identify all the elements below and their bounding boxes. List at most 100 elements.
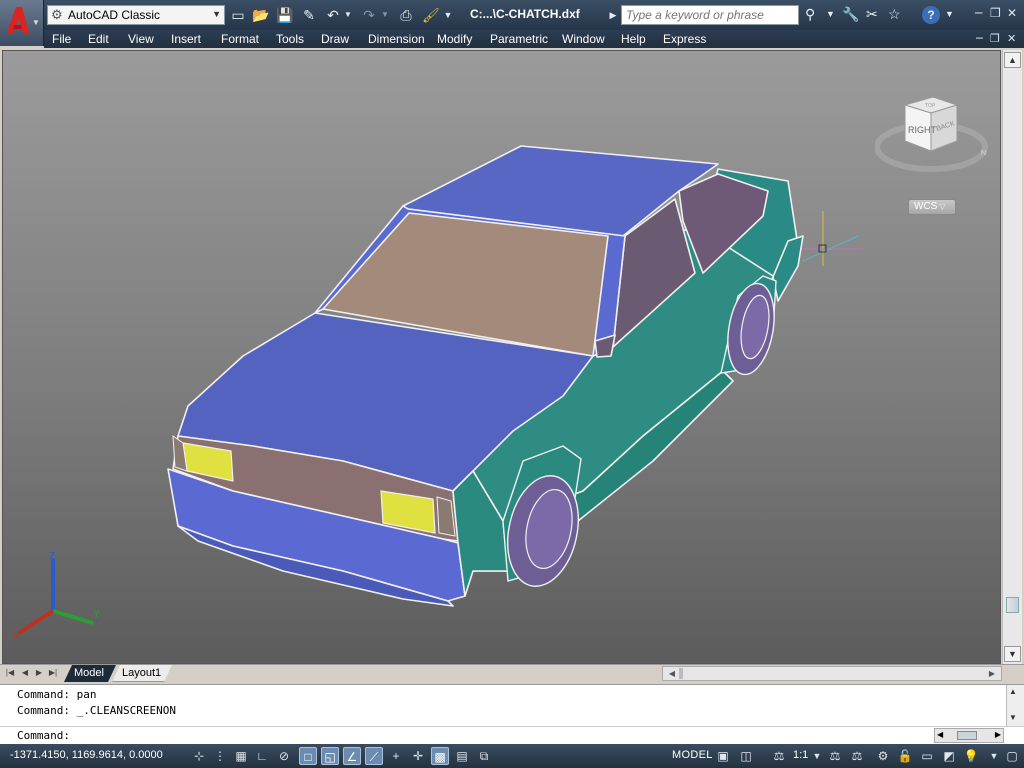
auto-scale-icon[interactable]: ⚖: [848, 747, 866, 765]
scroll-right-icon[interactable]: ▶: [985, 667, 999, 680]
hardware-acceleration-icon[interactable]: ▭: [918, 747, 936, 765]
menu-draw[interactable]: Draw: [321, 32, 349, 46]
menu-tools[interactable]: Tools: [276, 32, 304, 46]
help-icon[interactable]: ?: [922, 6, 940, 24]
selection-cycling-icon[interactable]: ⧉: [475, 747, 493, 765]
scroll-up-icon[interactable]: ▲: [1004, 52, 1021, 68]
scroll-left-icon[interactable]: ◀: [937, 730, 943, 739]
command-input[interactable]: [90, 728, 930, 743]
communication-center-icon[interactable]: 🔧: [842, 4, 859, 24]
transparency-icon[interactable]: ▩: [431, 747, 449, 765]
binoculars-dropdown-icon[interactable]: ▼: [826, 4, 835, 24]
restore-icon[interactable]: ❐: [990, 6, 1001, 20]
close-icon[interactable]: ✕: [1007, 6, 1017, 20]
first-tab-icon[interactable]: |◀: [4, 667, 16, 680]
annotation-visibility-icon[interactable]: ⚖: [826, 747, 844, 765]
menu-file[interactable]: File: [52, 32, 71, 46]
menu-edit[interactable]: Edit: [88, 32, 109, 46]
annotation-scale-icon[interactable]: ⚖: [770, 747, 788, 765]
open-icon[interactable]: 📂: [252, 5, 270, 25]
last-tab-icon[interactable]: ▶|: [47, 667, 59, 680]
vertical-scroll-thumb[interactable]: [1006, 597, 1019, 613]
viewcube-right-label[interactable]: RIGHT: [908, 125, 937, 135]
menu-express[interactable]: Express: [663, 32, 706, 46]
quick-view-drawings-icon[interactable]: ◫: [737, 747, 755, 765]
scroll-up-icon[interactable]: ▲: [1009, 687, 1017, 696]
menu-format[interactable]: Format: [221, 32, 259, 46]
undo-dropdown-icon[interactable]: ▼: [343, 5, 353, 25]
grid-display-icon[interactable]: ▦: [232, 747, 250, 765]
menu-dimension[interactable]: Dimension: [368, 32, 425, 46]
new-icon[interactable]: ▭: [229, 5, 247, 25]
horizontal-scrollbar[interactable]: ◀ ▶: [662, 666, 1002, 681]
snap-mode-icon[interactable]: ⋮: [211, 747, 229, 765]
search-box[interactable]: [621, 5, 799, 25]
annotation-scale-value[interactable]: 1:1: [793, 749, 808, 761]
wcs-menu-button[interactable]: WCS ▽: [908, 199, 956, 215]
next-tab-icon[interactable]: ▶: [33, 667, 45, 680]
horizontal-scroll-thumb[interactable]: [679, 668, 683, 679]
menu-window[interactable]: Window: [562, 32, 605, 46]
vertical-scrollbar[interactable]: ▲ ▼: [1002, 50, 1022, 664]
chevron-down-icon[interactable]: ▼: [808, 747, 826, 765]
save-icon[interactable]: 💾: [276, 5, 294, 25]
undo-icon[interactable]: ↶: [324, 5, 342, 25]
isolate-objects-icon[interactable]: ◩: [940, 747, 958, 765]
plot-icon[interactable]: ⎙: [396, 5, 416, 25]
menu-insert[interactable]: Insert: [171, 32, 201, 46]
tab-layout1[interactable]: Layout1: [112, 665, 172, 682]
workspace-switching-icon[interactable]: ⚙: [874, 747, 892, 765]
object-snap-tracking-icon[interactable]: ∠: [343, 747, 361, 765]
toolbar-lock-icon[interactable]: 🔓: [896, 747, 914, 765]
menu-help[interactable]: Help: [621, 32, 646, 46]
viewcube-top-label[interactable]: TOP: [925, 103, 936, 109]
search-expand-icon[interactable]: ▶: [608, 5, 618, 25]
menu-parametric[interactable]: Parametric: [490, 32, 548, 46]
doc-restore-icon[interactable]: ❐: [990, 32, 1000, 45]
status-menu-icon[interactable]: ▼: [985, 747, 1003, 765]
binoculars-icon[interactable]: ⚲: [805, 4, 815, 24]
quick-properties-icon[interactable]: ▤: [453, 747, 471, 765]
dynamic-ucs-icon[interactable]: ⟋: [365, 747, 383, 765]
command-scroll-thumb[interactable]: [957, 731, 977, 740]
search-input[interactable]: [622, 6, 792, 24]
polar-tracking-icon[interactable]: ⊘: [275, 747, 293, 765]
tab-model[interactable]: Model: [64, 665, 116, 682]
doc-close-icon[interactable]: ✕: [1007, 32, 1016, 45]
favorites-icon[interactable]: ☆: [888, 4, 901, 24]
application-menu-button[interactable]: ▼: [0, 0, 44, 46]
quick-view-layouts-icon[interactable]: ▣: [714, 747, 732, 765]
previous-tab-icon[interactable]: ◀: [19, 667, 31, 680]
model-space-button[interactable]: MODEL: [672, 749, 713, 761]
cursor-coordinates[interactable]: -1371.4150, 1169.9614, 0.0000: [10, 749, 163, 761]
lineweight-icon[interactable]: ✛: [409, 747, 427, 765]
scroll-right-icon[interactable]: ▶: [995, 730, 1001, 739]
drawing-viewport[interactable]: N RIGHT TOP BACK WCS ▽ Z Y X: [2, 50, 1001, 664]
scroll-down-icon[interactable]: ▼: [1004, 646, 1021, 662]
object-snap-icon[interactable]: □: [299, 747, 317, 765]
match-properties-icon[interactable]: 🖌: [422, 5, 440, 25]
dynamic-input-icon[interactable]: +: [387, 747, 405, 765]
menu-modify[interactable]: Modify: [437, 32, 472, 46]
ortho-mode-icon[interactable]: ∟: [253, 747, 271, 765]
menu-view[interactable]: View: [128, 32, 154, 46]
car-model-3d[interactable]: [3, 51, 1001, 664]
clean-screen-icon[interactable]: ▢: [1003, 747, 1021, 765]
lightbulb-icon[interactable]: 💡: [962, 747, 980, 765]
help-dropdown-icon[interactable]: ▼: [945, 4, 954, 24]
workspace-dropdown[interactable]: ⚙ AutoCAD Classic ▼: [47, 5, 225, 25]
redo-icon[interactable]: ↷: [360, 5, 378, 25]
infer-constraints-icon[interactable]: ⊹: [190, 747, 208, 765]
doc-minimize-icon[interactable]: ─: [976, 32, 983, 45]
save-as-icon[interactable]: ✎: [300, 5, 318, 25]
tools-icon[interactable]: ✂: [866, 4, 878, 24]
viewcube-icon[interactable]: N RIGHT TOP BACK: [875, 95, 995, 175]
scroll-down-icon[interactable]: ▼: [1009, 713, 1017, 722]
redo-dropdown-icon[interactable]: ▼: [380, 5, 390, 25]
3d-object-snap-icon[interactable]: ◱: [321, 747, 339, 765]
customize-dropdown-icon[interactable]: ▼: [442, 5, 454, 25]
command-line-scrollbar[interactable]: ◀ ▶: [934, 728, 1004, 743]
minimize-icon[interactable]: ─: [975, 6, 982, 20]
scroll-left-icon[interactable]: ◀: [665, 667, 679, 680]
command-history-scrollbar[interactable]: ▲ ▼: [1006, 685, 1024, 727]
